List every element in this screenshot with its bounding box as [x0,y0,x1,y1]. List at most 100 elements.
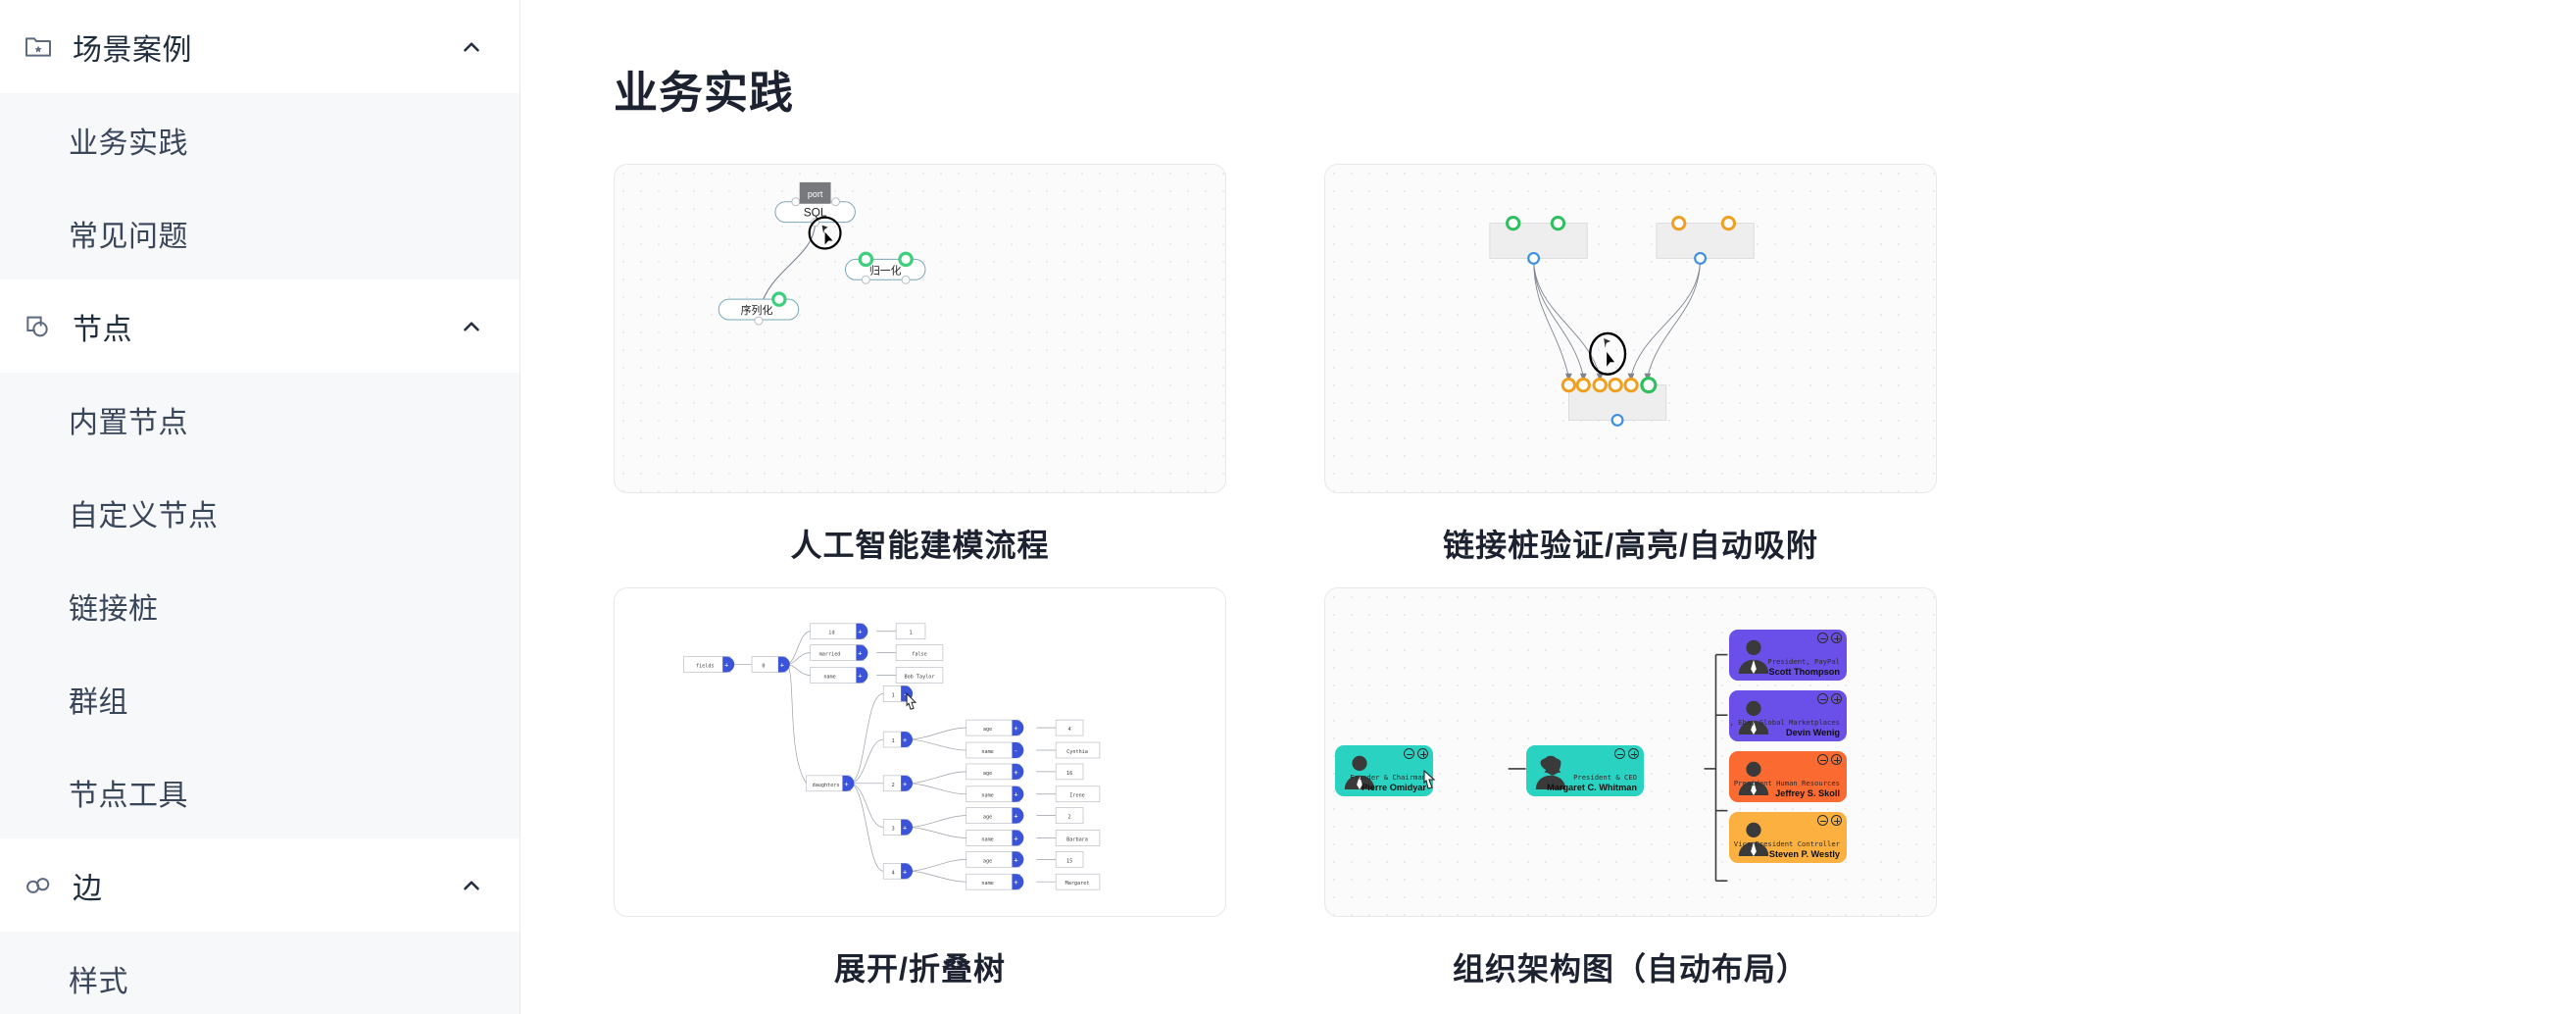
org-node-title: Founder & Chairman [1350,772,1426,782]
org-node-text: President & CEO Margaret C. Whitman [1547,772,1637,792]
org-node-text: Senior Vice President Human Resources Je… [1729,778,1840,798]
org-node-steven-westly[interactable]: Senior Vice President Controller Steven … [1729,812,1847,863]
svg-text:2: 2 [892,783,895,788]
edge-link-icon [22,869,55,902]
card-canvas-link-port[interactable] [1324,164,1937,493]
avatar-icon [1738,639,1769,674]
org-node-buttons[interactable] [1817,815,1842,826]
sidebar: 场景案例 业务实践 常见问题 节点 内置节点 自定义节点 链接桩 群组 节点工具… [0,0,520,1014]
org-node-margaret-whitman[interactable]: President & CEO Margaret C. Whitman [1526,745,1644,796]
svg-text:1: 1 [910,631,913,636]
org-node-buttons[interactable] [1404,748,1428,759]
minus-circle-icon[interactable] [1817,693,1828,704]
org-node-devin-wenig[interactable]: President, Ebay Global Marketplaces Devi… [1729,690,1847,741]
sidebar-sub-edges: 样式 [0,932,520,1014]
org-node-text: President, PayPal Scott Thompson [1767,656,1840,677]
sidebar-item-custom-nodes[interactable]: 自定义节点 [0,466,520,559]
svg-text:age: age [983,858,992,864]
org-node-name: Jeffrey S. Skoll [1775,787,1840,798]
sidebar-item-builtin-nodes[interactable]: 内置节点 [0,373,520,466]
minus-circle-icon[interactable] [1817,633,1828,643]
plus-circle-icon[interactable] [1831,693,1842,704]
chevron-up-icon[interactable] [459,314,484,339]
org-node-scott-thompson[interactable]: President, PayPal Scott Thompson [1729,630,1847,681]
port-tooltip-label: port [808,189,823,199]
svg-text:+: + [858,672,862,680]
card-link-port[interactable]: 链接桩验证/高亮/自动吸附 [1324,164,1984,566]
svg-text:+: + [1014,791,1017,799]
card-grid: SQL port 归一化 序列化 人工智能建模流程 链接桩验证/高亮/自动吸附 … [614,164,2576,1011]
svg-text:+: + [1014,856,1017,864]
hand-pointer-cursor [1423,769,1436,789]
card-caption: 链接桩验证/高亮/自动吸附 [1443,528,1818,563]
minus-circle-icon[interactable] [1404,748,1414,759]
svg-text:4: 4 [892,870,895,876]
card-expand-tree[interactable]: fields + 0 + id + 1 married + false name… [614,587,1273,989]
minus-circle-icon[interactable] [1817,754,1828,765]
chevron-up-icon[interactable] [459,873,484,898]
svg-text:Cynthia: Cynthia [1066,749,1088,755]
org-node-title: President & CEO [1573,772,1637,782]
svg-text:+: + [858,650,862,658]
sidebar-sub-nodes: 内置节点 自定义节点 链接桩 群组 节点工具 [0,373,520,838]
plus-circle-icon[interactable] [1628,748,1639,759]
svg-text:16: 16 [1066,771,1072,777]
org-node-title: Senior Vice President Human Resources [1729,778,1840,787]
sidebar-item-node-tools[interactable]: 节点工具 [0,745,520,838]
svg-text:name: name [981,793,993,799]
org-node-text: Founder & Chairman Pierre Omidyar [1350,772,1426,792]
org-node-title: President, PayPal [1767,656,1840,666]
sidebar-item-link-port[interactable]: 链接桩 [0,559,520,652]
svg-text:1: 1 [892,738,895,744]
svg-text:Irene: Irene [1069,793,1085,799]
chevron-up-icon[interactable] [459,34,484,60]
plus-circle-icon[interactable] [1417,748,1428,759]
org-node-jeffrey-skoll[interactable]: Senior Vice President Human Resources Je… [1729,751,1847,802]
org-node-text: Senior Vice President Controller Steven … [1729,839,1840,859]
plus-circle-icon[interactable] [1831,754,1842,765]
svg-text:age: age [983,815,992,821]
card-canvas-org-chart[interactable]: Founder & Chairman Pierre Omidyar Presid… [1324,587,1937,917]
minus-circle-icon[interactable] [1817,815,1828,826]
svg-text:id: id [828,631,834,636]
org-node-buttons[interactable] [1614,748,1639,759]
org-node-buttons[interactable] [1817,693,1842,704]
sidebar-item-business-practice[interactable]: 业务实践 [0,93,520,186]
org-node-name: Pierre Omidyar [1362,782,1426,792]
svg-text:name: name [823,674,835,680]
org-node-buttons[interactable] [1817,754,1842,765]
svg-text:15: 15 [1066,858,1072,864]
org-node-name: Devin Wenig [1786,727,1840,737]
card-caption: 人工智能建模流程 [790,528,1050,563]
card-ai-modeling[interactable]: SQL port 归一化 序列化 人工智能建模流程 [614,164,1273,566]
svg-text:daughters: daughters [813,783,840,788]
card-org-chart[interactable]: Founder & Chairman Pierre Omidyar Presid… [1324,587,1984,989]
sidebar-sub-scene-cases: 业务实践 常见问题 [0,93,520,279]
sidebar-item-faq[interactable]: 常见问题 [0,186,520,279]
sidebar-group-nodes[interactable]: 节点 [0,279,520,373]
svg-text:归一化: 归一化 [869,263,902,277]
org-node-pierre-omidyar[interactable]: Founder & Chairman Pierre Omidyar [1335,745,1433,796]
org-node-name: Scott Thompson [1768,666,1840,677]
sidebar-group-scene-cases[interactable]: 场景案例 [0,0,520,93]
svg-text:+: + [1014,835,1017,842]
svg-text:+: + [903,868,907,876]
expand-tree-graph: fields + 0 + id + 1 married + false name… [683,623,1101,890]
sidebar-item-group[interactable]: 群组 [0,652,520,745]
svg-text:Margaret: Margaret [1065,881,1090,887]
sidebar-group-edges[interactable]: 边 [0,838,520,932]
plus-circle-icon[interactable] [1831,633,1842,643]
card-canvas-ai-modeling[interactable]: SQL port 归一化 序列化 [614,164,1226,493]
svg-text:Bob Taylor: Bob Taylor [904,674,934,680]
minus-circle-icon[interactable] [1614,748,1625,759]
svg-text:age: age [983,727,992,733]
svg-text:name: name [981,749,993,755]
link-port-graph [1489,215,1755,427]
org-node-buttons[interactable] [1817,633,1842,643]
card-canvas-expand-tree[interactable]: fields + 0 + id + 1 married + false name… [614,587,1226,917]
app-root: 场景案例 业务实践 常见问题 节点 内置节点 自定义节点 链接桩 群组 节点工具… [0,0,2576,1014]
plus-circle-icon[interactable] [1831,815,1842,826]
org-node-name: Margaret C. Whitman [1547,782,1637,792]
svg-text:+: + [1014,879,1017,887]
sidebar-item-style[interactable]: 样式 [0,932,520,1014]
